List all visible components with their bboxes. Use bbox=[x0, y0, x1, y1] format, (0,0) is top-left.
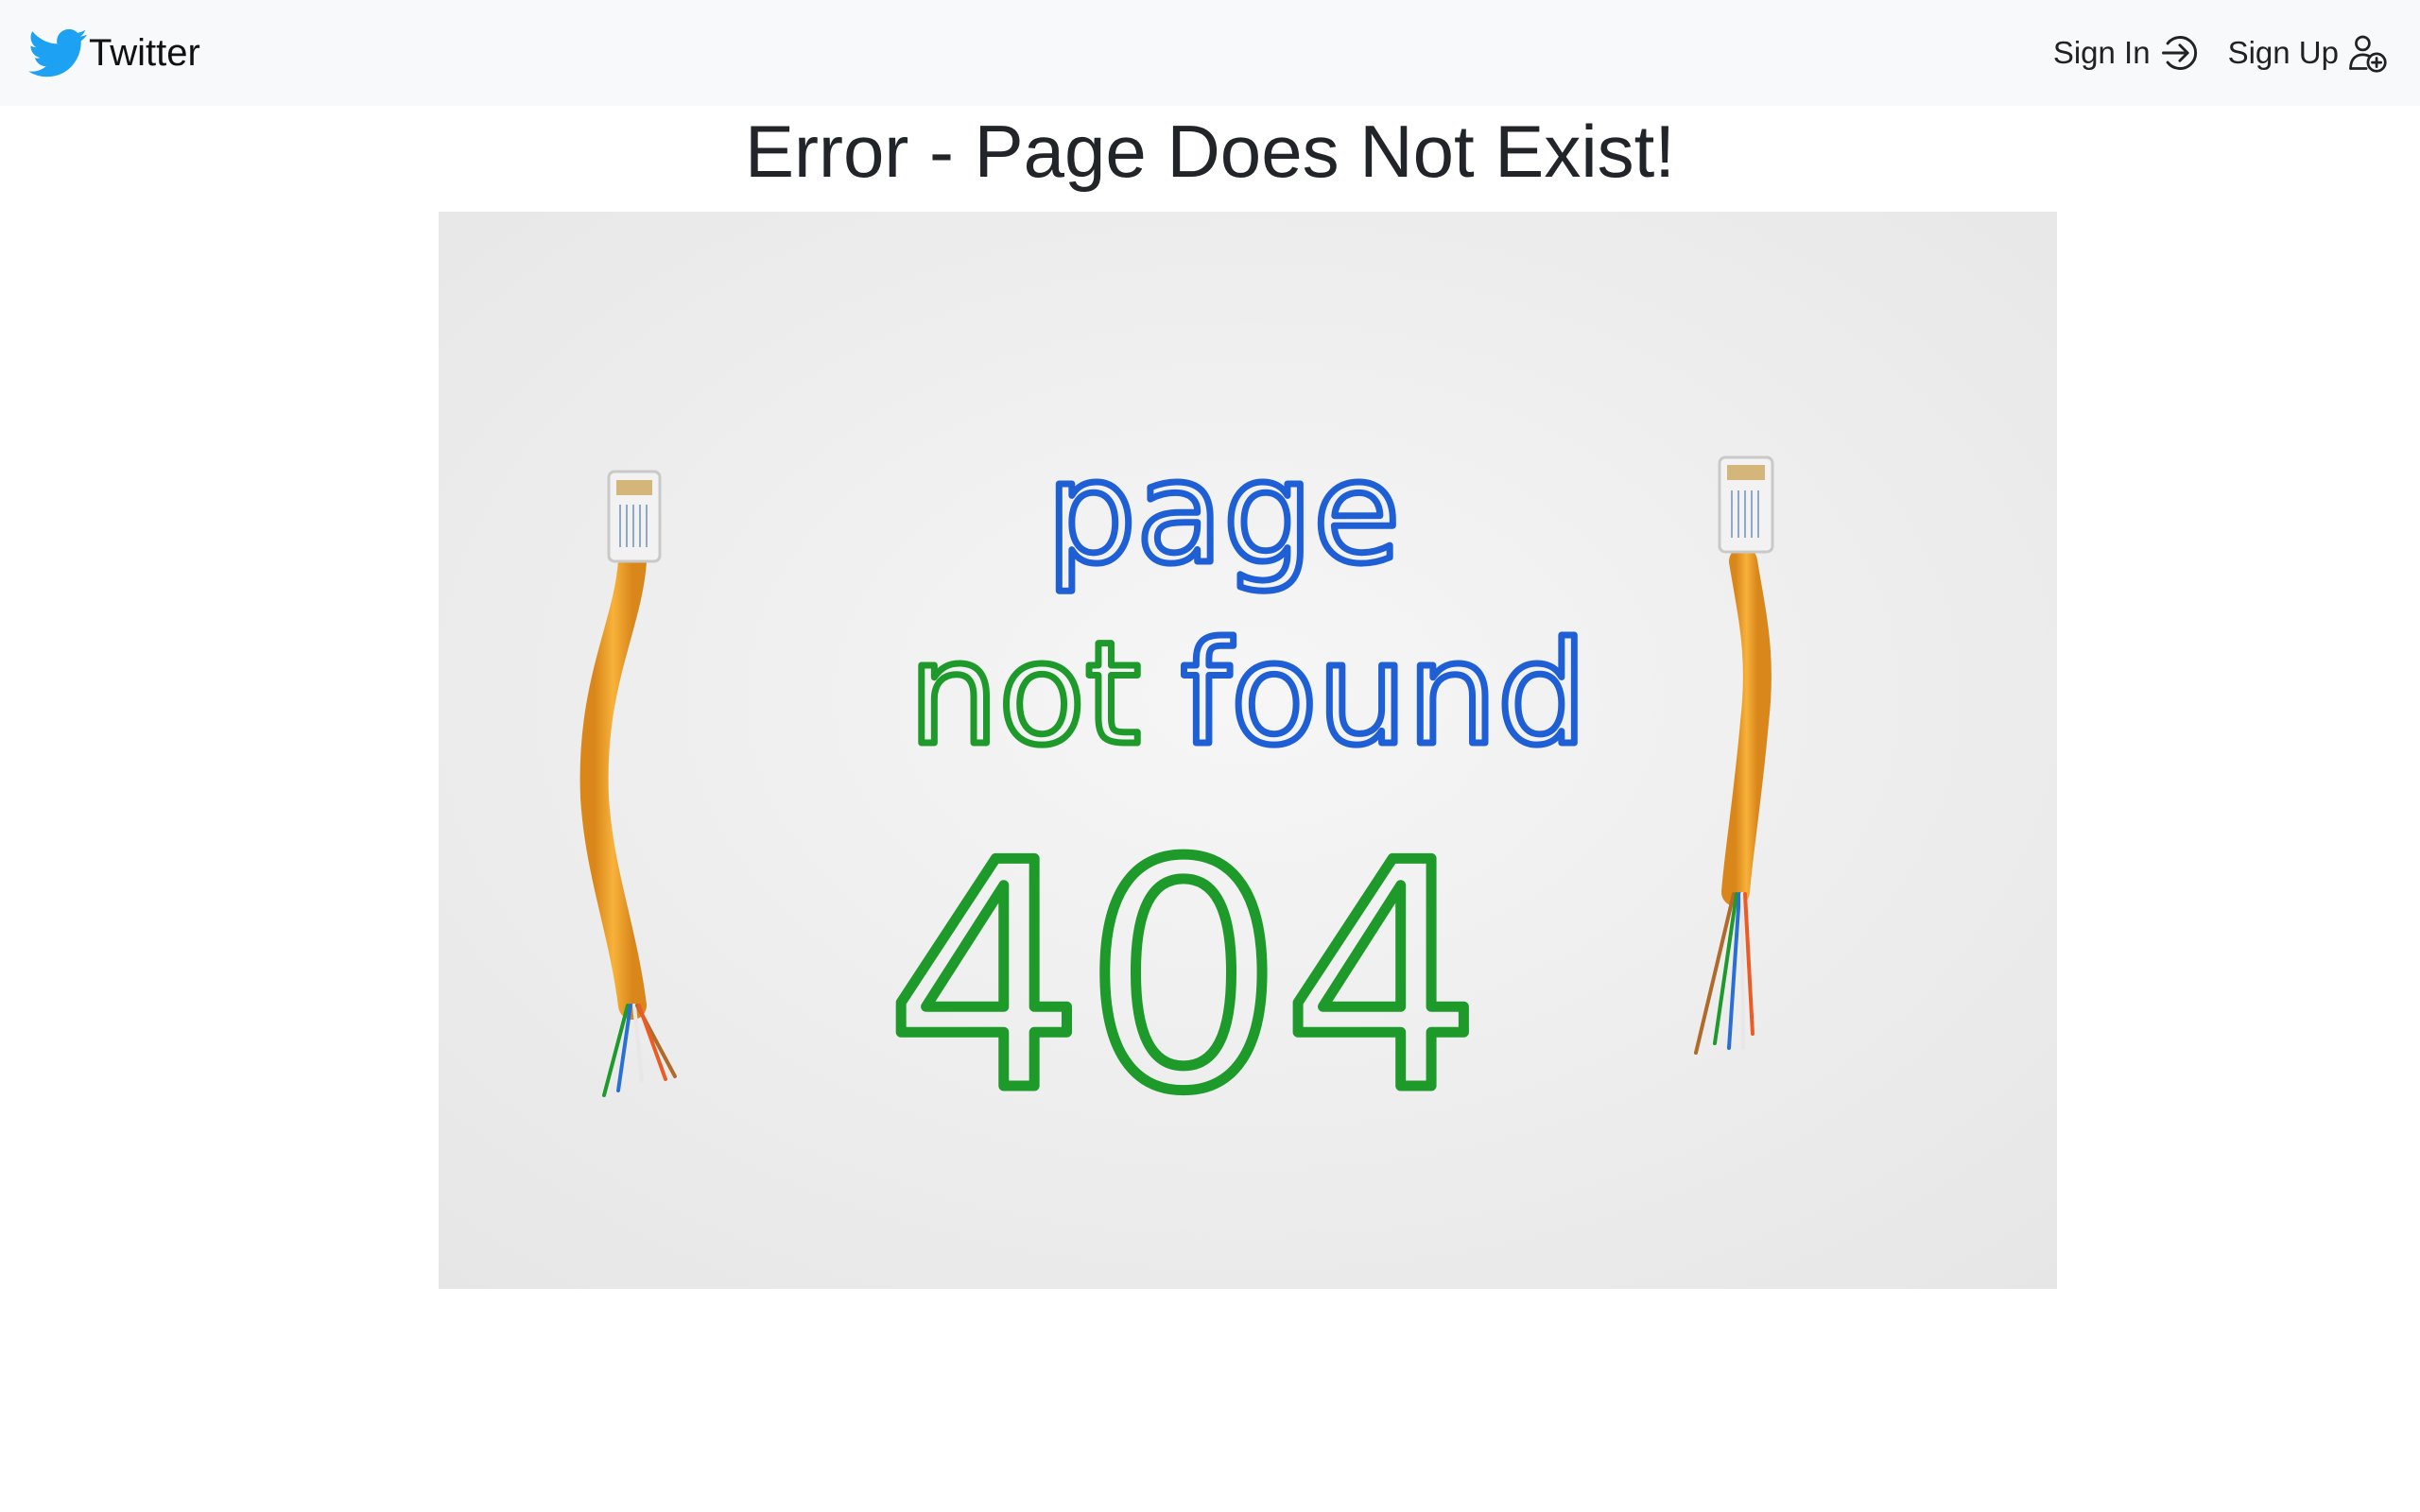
twitter-bird-icon bbox=[28, 28, 87, 77]
sign-in-arrow-icon bbox=[2161, 36, 2197, 70]
page-title: Error - Page Does Not Exist! bbox=[745, 110, 1675, 193]
photo-text-404: 404 bbox=[886, 797, 1481, 1160]
not-found-image: page not found 404 bbox=[439, 212, 2057, 1289]
photo-text-found: found bbox=[1181, 612, 1587, 777]
sign-in-link[interactable]: Sign In bbox=[2053, 32, 2200, 74]
person-plus-icon bbox=[2349, 35, 2387, 73]
sign-up-label: Sign Up bbox=[2227, 35, 2339, 70]
svg-text:page: page bbox=[1046, 431, 1401, 595]
left-connector bbox=[607, 470, 662, 563]
right-connector bbox=[1718, 455, 1774, 554]
brand-label: Twitter bbox=[89, 32, 200, 74]
top-navbar: Twitter Sign In Sign Up bbox=[0, 0, 2420, 106]
photo-text-not: not bbox=[908, 612, 1141, 777]
nav-actions: Sign In Sign Up bbox=[2025, 32, 2388, 74]
photo-text-page: page bbox=[1046, 431, 1401, 595]
not-found-illustration: page not found 404 bbox=[439, 212, 2057, 1289]
sign-up-link[interactable]: Sign Up bbox=[2228, 32, 2388, 74]
sign-in-label: Sign In bbox=[2052, 35, 2151, 70]
brand-link[interactable]: Twitter bbox=[28, 24, 200, 82]
photo-text-row-2: not found bbox=[906, 610, 1591, 781]
